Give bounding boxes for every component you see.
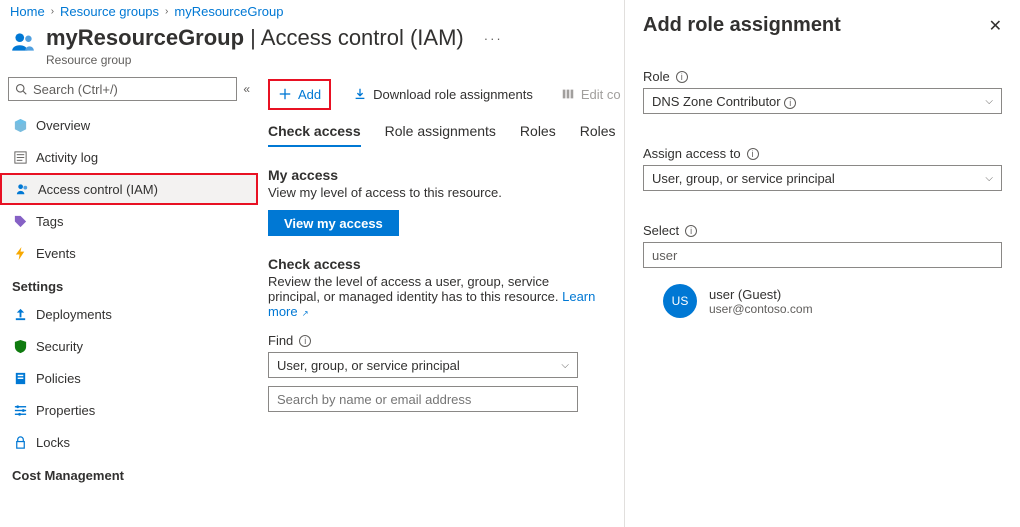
check-access-desc: Review the level of access a user, group…	[268, 274, 598, 319]
my-access-title: My access	[268, 167, 598, 183]
panel-title: Add role assignment	[643, 14, 841, 37]
info-icon[interactable]: i	[747, 148, 759, 160]
sidebar-item-events[interactable]: Events	[0, 237, 258, 269]
chevron-right-icon: ›	[165, 6, 168, 17]
result-name: user (Guest)	[709, 287, 813, 302]
search-icon	[15, 83, 27, 95]
cube-icon	[12, 118, 28, 133]
sidebar-item-tags[interactable]: Tags	[0, 205, 258, 237]
sidebar-item-overview[interactable]: Overview	[0, 109, 258, 141]
collapse-sidebar-button[interactable]: «	[243, 82, 250, 96]
chevron-right-icon: ›	[51, 6, 54, 17]
tag-icon	[12, 214, 28, 229]
my-access-section: My access View my level of access to thi…	[268, 167, 598, 236]
external-link-icon: ↗	[300, 309, 309, 318]
view-my-access-button[interactable]: View my access	[268, 210, 399, 236]
sidebar-item-access-control[interactable]: Access control (IAM)	[0, 173, 258, 205]
lightning-icon	[12, 246, 28, 261]
sidebar-item-locks[interactable]: Locks	[0, 426, 258, 458]
sidebar-section-settings: Settings	[0, 269, 258, 298]
tab-role-assignments[interactable]: Role assignments	[385, 123, 496, 147]
sidebar-search-input[interactable]: Search (Ctrl+/)	[8, 77, 237, 101]
chevron-down-icon: ⌵	[561, 360, 569, 371]
upload-icon	[12, 307, 28, 322]
info-icon[interactable]: i	[685, 225, 697, 237]
tab-roles[interactable]: Roles	[520, 123, 556, 147]
find-label: Find i	[268, 333, 598, 348]
shield-icon	[12, 339, 28, 354]
info-icon[interactable]: i	[676, 71, 688, 83]
my-access-desc: View my level of access to this resource…	[268, 185, 598, 200]
check-access-section: Check access Review the level of access …	[268, 256, 598, 412]
select-input[interactable]	[643, 242, 1002, 268]
lock-icon	[12, 435, 28, 450]
close-icon[interactable]: ✕	[989, 16, 1002, 36]
assign-access-dropdown[interactable]: User, group, or service principal ⌵	[643, 165, 1002, 191]
avatar: US	[663, 284, 697, 318]
log-icon	[12, 150, 28, 165]
people-icon	[10, 25, 36, 58]
chevron-down-icon: ⌵	[985, 173, 993, 184]
breadcrumb-resource-groups[interactable]: Resource groups	[60, 4, 159, 19]
info-icon[interactable]: i	[299, 335, 311, 347]
page-subtitle: Resource group	[46, 53, 464, 67]
edit-columns-button[interactable]: Edit co	[555, 83, 627, 106]
more-menu[interactable]: ···	[484, 31, 503, 46]
user-result-row[interactable]: US user (Guest) user@contoso.com	[663, 284, 1002, 318]
check-access-title: Check access	[268, 256, 598, 272]
sidebar-item-properties[interactable]: Properties	[0, 394, 258, 426]
breadcrumb-home[interactable]: Home	[10, 4, 45, 19]
sidebar-section-cost: Cost Management	[0, 458, 258, 487]
columns-icon	[561, 87, 575, 101]
tab-check-access[interactable]: Check access	[268, 123, 361, 147]
role-dropdown[interactable]: DNS Zone Contributor i ⌵	[643, 88, 1002, 114]
sidebar-item-activity-log[interactable]: Activity log	[0, 141, 258, 173]
add-role-assignment-panel: Add role assignment ✕ Role i DNS Zone Co…	[624, 0, 1020, 527]
download-icon	[353, 87, 367, 101]
result-email: user@contoso.com	[709, 302, 813, 316]
sidebar-item-policies[interactable]: Policies	[0, 362, 258, 394]
breadcrumb-group-name[interactable]: myResourceGroup	[174, 4, 283, 19]
assign-access-label: Assign access to i	[643, 146, 1002, 161]
plus-icon	[278, 87, 292, 101]
tab-roles-cutoff[interactable]: Roles	[580, 123, 616, 147]
add-button[interactable]: Add	[272, 83, 327, 106]
page-title: myResourceGroup | Access control (IAM)	[46, 25, 464, 51]
sidebar: Search (Ctrl+/) « Overview Activity log …	[0, 75, 258, 527]
sidebar-item-security[interactable]: Security	[0, 330, 258, 362]
chevron-down-icon: ⌵	[985, 96, 993, 107]
sliders-icon	[12, 403, 28, 418]
sidebar-item-deployments[interactable]: Deployments	[0, 298, 258, 330]
find-dropdown[interactable]: User, group, or service principal ⌵	[268, 352, 578, 378]
find-search-input[interactable]	[268, 386, 578, 412]
download-assignments-button[interactable]: Download role assignments	[347, 83, 539, 106]
info-icon[interactable]: i	[784, 97, 796, 109]
select-label: Select i	[643, 223, 1002, 238]
role-label: Role i	[643, 69, 1002, 84]
people-icon	[14, 182, 30, 197]
policy-icon	[12, 371, 28, 386]
